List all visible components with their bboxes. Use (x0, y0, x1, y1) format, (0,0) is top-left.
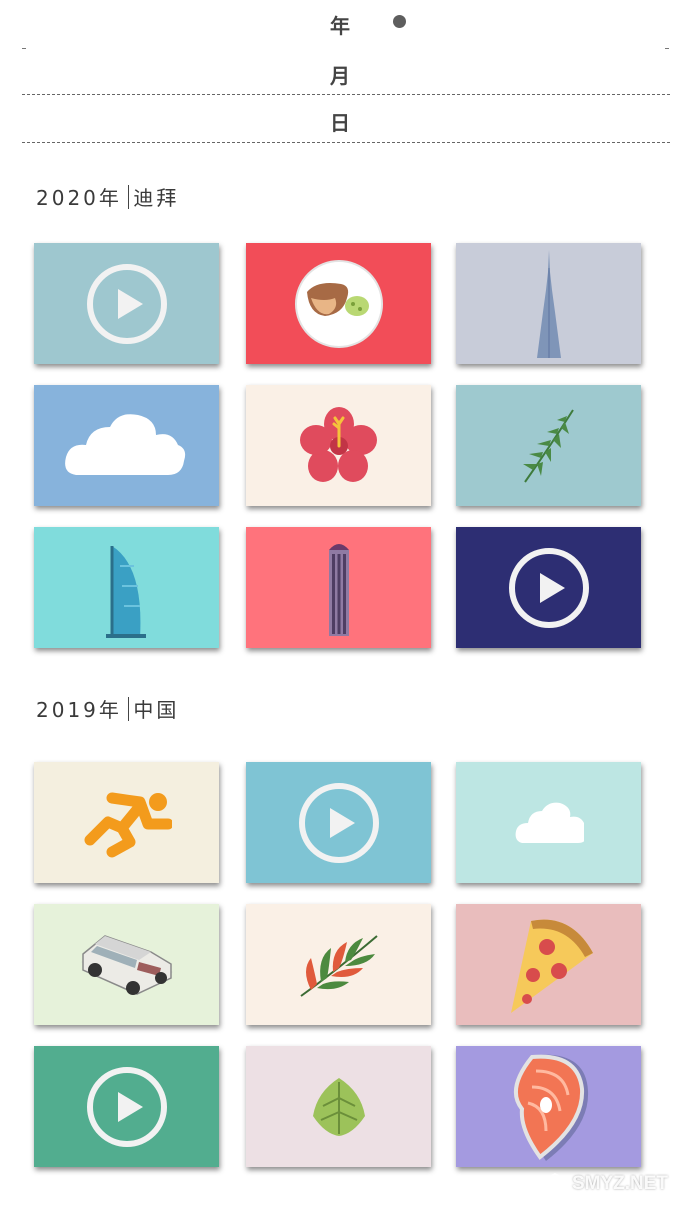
title-separator (127, 184, 130, 209)
media-tile[interactable] (456, 904, 641, 1025)
play-icon[interactable] (85, 262, 169, 346)
media-tile[interactable] (246, 243, 431, 364)
media-tile[interactable] (34, 762, 219, 883)
media-tile[interactable] (34, 385, 219, 506)
hibiscus-flower-icon (299, 406, 377, 482)
play-icon[interactable] (85, 1065, 169, 1149)
date-picker[interactable]: 年 月 日 (0, 0, 680, 150)
burj-al-arab-icon (105, 545, 146, 638)
site-watermark: SMYZ.NET (544, 1173, 668, 1195)
media-tile[interactable] (246, 1046, 431, 1167)
watermark-text: SMYZ.NET (571, 1173, 668, 1194)
media-tile[interactable] (456, 1046, 641, 1167)
pizza-icon (510, 919, 593, 1013)
skyscraper-icon (536, 249, 561, 358)
media-tile[interactable] (456, 385, 641, 506)
tropical-leaf-icon (299, 934, 378, 997)
section-place: 中国 (133, 698, 180, 722)
media-tile[interactable] (246, 385, 431, 506)
section-year: 2020年 (36, 186, 122, 210)
media-tile[interactable] (456, 527, 641, 648)
fern-leaf-icon (522, 408, 574, 483)
media-tile[interactable] (246, 904, 431, 1025)
media-tile[interactable] (456, 762, 641, 883)
divider-line (22, 142, 670, 143)
media-tile[interactable] (34, 527, 219, 648)
food-plate-icon (294, 259, 383, 348)
section-title-2020: 2020年 迪拜 (36, 182, 179, 211)
section-year: 2019年 (36, 698, 122, 722)
media-tile[interactable] (34, 904, 219, 1025)
divider-line (22, 94, 670, 95)
media-tile[interactable] (34, 1046, 219, 1167)
media-tile[interactable] (34, 243, 219, 364)
media-tile[interactable] (246, 762, 431, 883)
cloud-icon (515, 802, 584, 843)
month-label[interactable]: 月 (0, 60, 680, 89)
section-title-2019: 2019年 中国 (36, 694, 179, 723)
media-tile[interactable] (246, 527, 431, 648)
cloud-icon (64, 413, 185, 475)
watermark-logo-icon (545, 1173, 564, 1195)
play-icon[interactable] (507, 546, 591, 630)
tower-icon (328, 543, 349, 636)
divider-tick (22, 48, 26, 49)
car-icon (80, 934, 173, 995)
title-separator (127, 696, 130, 721)
play-icon[interactable] (297, 781, 381, 865)
media-tile[interactable] (456, 243, 641, 364)
selected-indicator (393, 15, 406, 28)
day-label[interactable]: 日 (0, 107, 680, 136)
salmon-steak-icon (513, 1054, 588, 1161)
runner-icon (84, 792, 172, 857)
leaf-icon (312, 1077, 365, 1136)
section-place: 迪拜 (133, 186, 180, 210)
divider-tick (665, 48, 669, 49)
year-label[interactable]: 年 (0, 10, 680, 39)
